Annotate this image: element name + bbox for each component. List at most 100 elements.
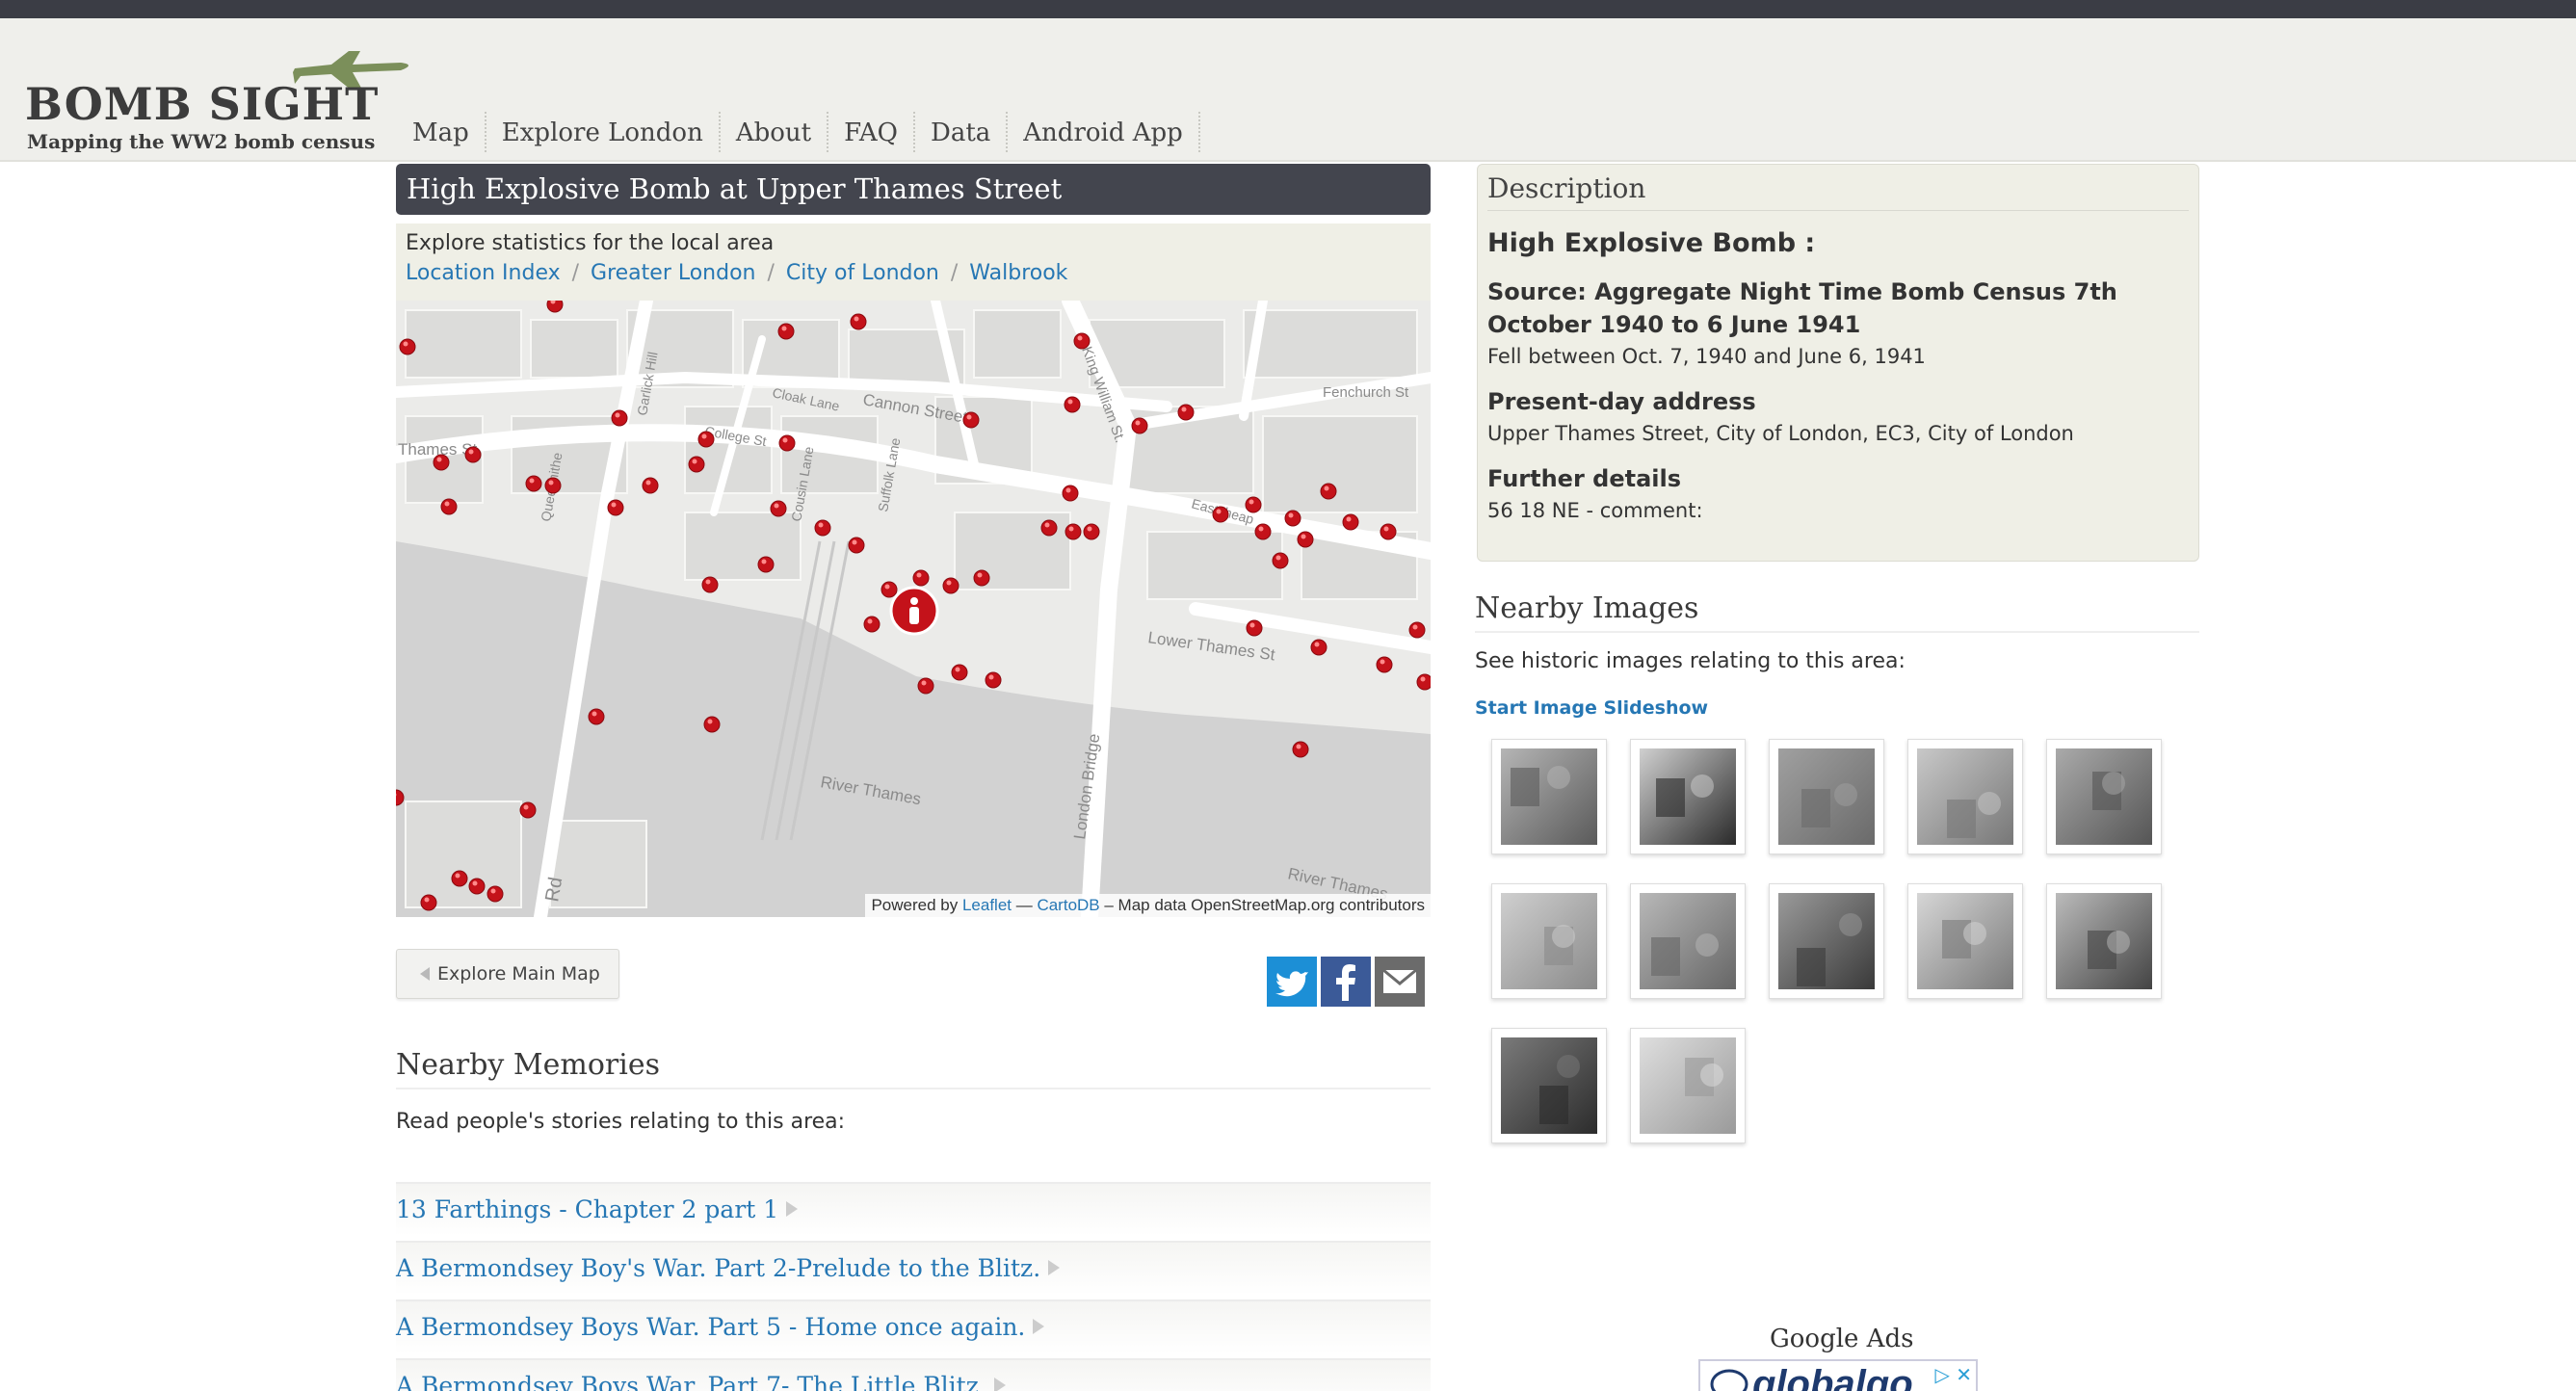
historic-image-thumbnail[interactable] [1491,739,1607,854]
bomb-marker[interactable] [451,870,468,887]
advertisement[interactable]: globalgo ▷ ✕ [1698,1359,1978,1391]
breadcrumb-separator: / [571,261,580,285]
bomb-marker[interactable] [1064,396,1081,413]
bomb-marker[interactable] [399,338,416,355]
facebook-share-button[interactable] [1321,957,1371,1007]
historic-image-thumbnail[interactable] [1769,739,1884,854]
memory-link[interactable]: A Bermondsey Boy's War. Part 2-Prelude t… [396,1241,1431,1295]
bomb-marker[interactable] [778,434,796,452]
bomb-marker[interactable] [1083,523,1100,540]
bomb-marker[interactable] [1073,332,1091,350]
bomb-marker[interactable] [544,477,562,494]
selected-bomb-marker[interactable] [889,586,939,636]
bomb-marker[interactable] [985,671,1002,689]
bomb-marker[interactable] [420,894,437,911]
bomb-marker[interactable] [1212,506,1229,523]
bomb-marker[interactable] [881,581,898,598]
bomb-marker[interactable] [757,556,775,573]
bomb-marker[interactable] [777,323,795,340]
nav-about[interactable]: About [721,112,829,152]
historic-image-thumbnail[interactable] [1630,1028,1746,1143]
site-logo[interactable]: BOMB SIGHT Mapping the WW2 bomb census [25,45,410,161]
bomb-marker[interactable] [962,411,980,429]
memory-link[interactable]: 13 Farthings - Chapter 2 part 1 [396,1182,1431,1236]
explore-main-map-button[interactable]: Explore Main Map [396,949,619,999]
memory-link[interactable]: A Bermondsey Boys War. Part 7- The Littl… [396,1358,1431,1391]
nav-map[interactable]: Map [397,112,486,152]
twitter-share-button[interactable] [1267,957,1317,1007]
historic-image-thumbnail[interactable] [1491,883,1607,999]
bomb-marker[interactable] [688,456,705,473]
bomb-marker[interactable] [1310,639,1327,656]
breadcrumb-location-index[interactable]: Location Index [406,261,561,285]
breadcrumb-walbrook[interactable]: Walbrook [969,261,1067,285]
historic-image-thumbnail[interactable] [1907,739,2023,854]
bomb-marker[interactable] [1376,656,1393,673]
bomb-marker[interactable] [1246,619,1263,637]
breadcrumb-greater-london[interactable]: Greater London [591,261,755,285]
nav-explore-london[interactable]: Explore London [486,112,721,152]
bomb-marker[interactable] [863,616,881,633]
adchoices-icon[interactable]: ▷ ✕ [1935,1363,1973,1386]
bomb-marker[interactable] [519,801,537,819]
nav-faq[interactable]: FAQ [828,112,915,152]
bomb-marker[interactable] [1062,485,1079,502]
bomb-marker[interactable] [1284,510,1301,527]
map-label: Fenchurch St [1323,384,1409,401]
bomb-marker[interactable] [1177,404,1195,421]
bomb-marker[interactable] [525,475,542,492]
bomb-marker[interactable] [1065,523,1082,540]
bomb-marker[interactable] [942,577,959,594]
historic-image-thumbnail[interactable] [2046,739,2162,854]
memory-link[interactable]: A Bermondsey Boys War. Part 5 - Home onc… [396,1299,1431,1353]
nav-data[interactable]: Data [915,112,1009,152]
bomb-marker[interactable] [1408,621,1426,639]
bomb-marker[interactable] [697,431,715,448]
bomb-marker[interactable] [440,498,458,515]
bomb-map[interactable]: Thames St. Cannon Street Cloak Lane Coll… [396,301,1431,917]
bomb-marker[interactable] [1297,531,1314,548]
breadcrumb-city-of-london[interactable]: City of London [786,261,939,285]
historic-image-thumbnail[interactable] [1491,1028,1607,1143]
bomb-marker[interactable] [1292,741,1309,758]
bomb-marker[interactable] [464,446,482,463]
bomb-marker[interactable] [642,477,659,494]
start-slideshow-link[interactable]: Start Image Slideshow [1475,697,1708,719]
historic-image-thumbnail[interactable] [1769,883,1884,999]
historic-image-thumbnail[interactable] [1907,883,2023,999]
bomb-marker[interactable] [1380,523,1397,540]
bomb-marker[interactable] [1272,552,1289,569]
bomb-marker[interactable] [814,519,831,537]
nav-android-app[interactable]: Android App [1008,112,1200,152]
cartodb-link[interactable]: CartoDB [1037,896,1099,914]
bomb-marker[interactable] [701,576,719,593]
bomb-marker[interactable] [468,878,486,895]
email-share-button[interactable] [1375,957,1425,1007]
bomb-marker[interactable] [850,313,867,330]
bomb-marker[interactable] [1254,523,1272,540]
bomb-marker[interactable] [917,677,934,695]
bomb-marker[interactable] [973,569,990,587]
bomb-marker[interactable] [1245,496,1262,513]
bomb-marker[interactable] [1342,513,1359,531]
historic-image-thumbnail[interactable] [1630,739,1746,854]
bomb-marker[interactable] [1416,673,1431,691]
bomb-marker[interactable] [607,499,624,516]
bomb-marker[interactable] [848,537,865,554]
bomb-marker[interactable] [703,716,721,733]
bomb-marker[interactable] [611,409,628,427]
bomb-marker[interactable] [1131,417,1148,434]
bomb-marker[interactable] [433,454,450,471]
bomb-marker[interactable] [486,885,504,903]
bomb-marker[interactable] [951,664,968,681]
bomb-marker[interactable] [912,569,930,587]
historic-image-thumbnail[interactable] [2046,883,2162,999]
historic-image-thumbnail[interactable] [1630,883,1746,999]
leaflet-link[interactable]: Leaflet [962,896,1012,914]
bomb-marker[interactable] [1320,483,1337,500]
map-canvas[interactable]: Thames St. Cannon Street Cloak Lane Coll… [396,301,1431,917]
bomb-marker-highlight [761,559,767,564]
bomb-marker[interactable] [770,500,787,517]
bomb-marker[interactable] [1040,519,1058,537]
bomb-marker[interactable] [588,708,605,725]
